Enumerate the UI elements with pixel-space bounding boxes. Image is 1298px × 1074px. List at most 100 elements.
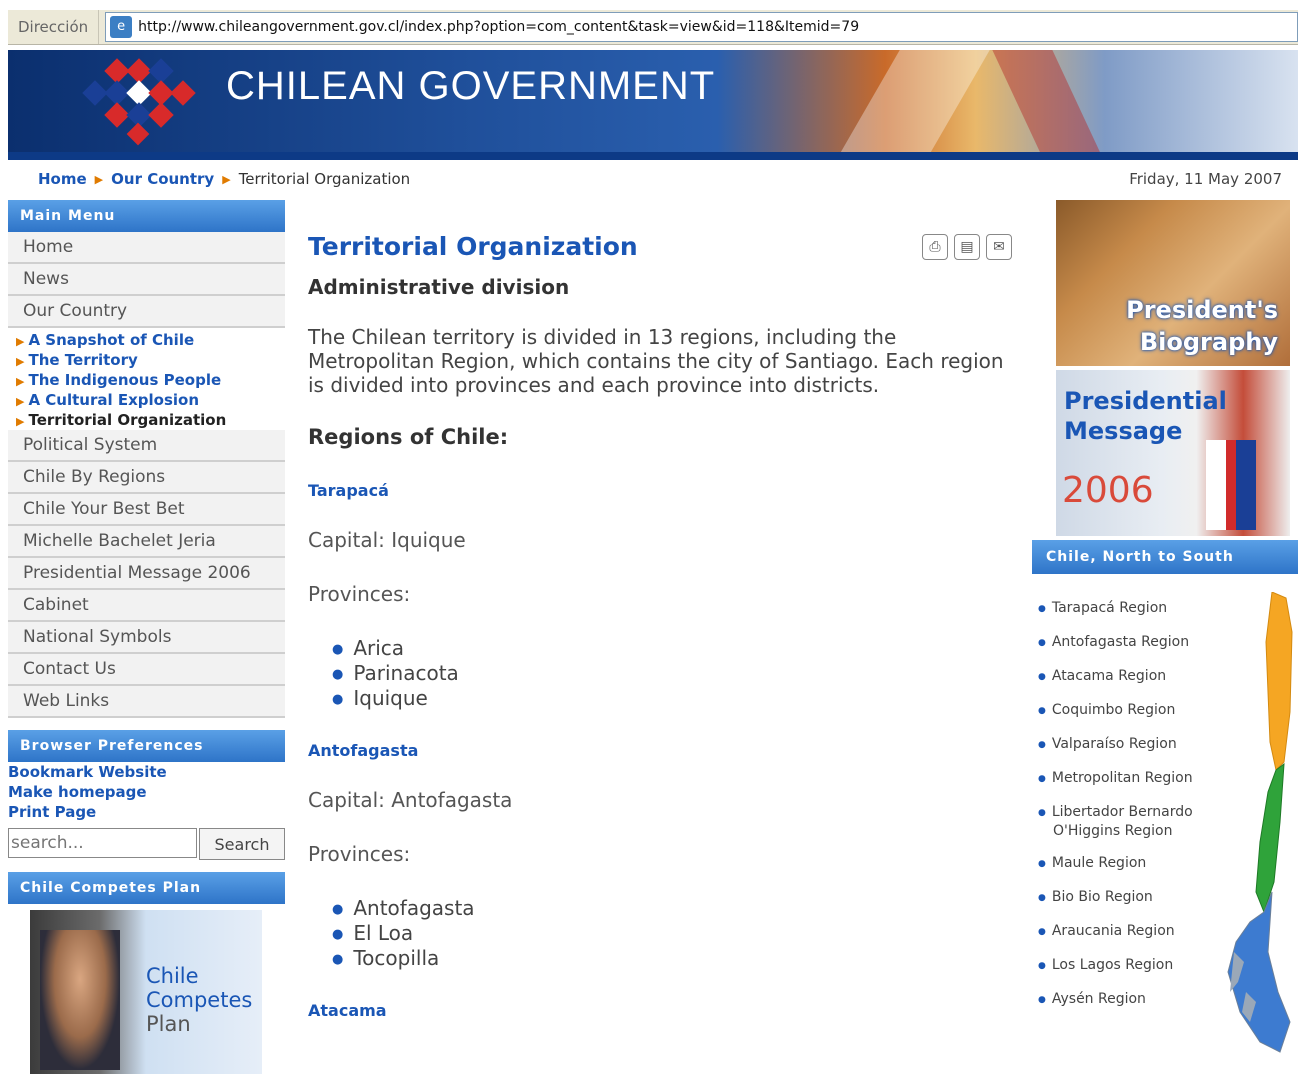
- submenu-item[interactable]: ▶ The Indigenous People: [16, 370, 285, 390]
- menu-item-chile-by-regions[interactable]: Chile By Regions: [8, 462, 285, 494]
- address-field[interactable]: e http://www.chileangovernment.gov.cl/in…: [105, 12, 1298, 42]
- banner-streak: [992, 50, 1104, 160]
- province-item: Tocopilla: [332, 946, 1018, 971]
- regions-map-area: Tarapacá Region Antofagasta Region Ataca…: [1032, 574, 1298, 1054]
- menu-item-cabinet[interactable]: Cabinet: [8, 590, 285, 622]
- minister-photo: [40, 930, 120, 1070]
- menu-item-our-country[interactable]: Our Country: [8, 296, 285, 328]
- chile-map[interactable]: [1220, 592, 1294, 1054]
- address-bar: Dirección e http://www.chileangovernment…: [8, 10, 1298, 45]
- province-item: Arica: [332, 636, 1018, 661]
- our-country-submenu: ▶ A Snapshot of Chile ▶ The Territory ▶ The…: [8, 328, 285, 430]
- submenu-label: The Indigenous People: [28, 371, 222, 389]
- government-logo[interactable]: [78, 58, 208, 148]
- submenu-label: Territorial Organization: [28, 411, 227, 429]
- regions-heading: Regions of Chile:: [308, 425, 509, 449]
- submenu-label: The Territory: [28, 351, 138, 369]
- menu-item-political-system[interactable]: Political System: [8, 430, 285, 462]
- region-link[interactable]: Antofagasta Region: [1038, 634, 1193, 668]
- print-page-link[interactable]: Print Page: [8, 802, 285, 822]
- address-url[interactable]: http://www.chileangovernment.gov.cl/inde…: [138, 19, 859, 35]
- submenu-item-current[interactable]: ▶ Territorial Organization: [16, 410, 285, 430]
- left-sidebar: Main Menu Home News Our Country ▶ A Snaps…: [8, 200, 285, 1074]
- menu-item-national-symbols[interactable]: National Symbols: [8, 622, 285, 654]
- breadcrumb: Home ▶ Our Country ▶ Territorial Organiz…: [38, 170, 410, 188]
- menu-item-contact-us[interactable]: Contact Us: [8, 654, 285, 686]
- provinces-list: Antofagasta El Loa Tocopilla: [332, 896, 1018, 971]
- breadcrumb-home[interactable]: Home: [38, 170, 87, 188]
- region-name: Antofagasta: [308, 741, 419, 760]
- menu-item-presidential-message[interactable]: Presidential Message 2006: [8, 558, 285, 590]
- banner-line: Message: [1064, 417, 1183, 445]
- print-icon[interactable]: ▤: [954, 234, 980, 260]
- current-date: Friday, 11 May 2007: [1129, 170, 1282, 188]
- region-link[interactable]: Tarapacá Region: [1038, 600, 1193, 634]
- page-title: Territorial Organization: [308, 232, 638, 261]
- region-link[interactable]: Libertador Bernardo O'Higgins Region: [1038, 804, 1193, 855]
- main-menu-header: Main Menu: [8, 200, 285, 232]
- arrow-icon: ▶: [16, 375, 25, 388]
- submenu-item[interactable]: ▶ A Snapshot of Chile: [16, 330, 285, 350]
- bookmark-website-link[interactable]: Bookmark Website: [8, 762, 285, 782]
- presidential-message-banner[interactable]: Presidential Message 2006: [1056, 370, 1290, 536]
- arrow-icon: ▶: [16, 415, 25, 428]
- arrow-icon: ▶: [16, 395, 25, 408]
- article-intro: The Chilean territory is divided in 13 r…: [308, 325, 1004, 397]
- presidents-biography-banner[interactable]: President's Biography: [1056, 200, 1290, 366]
- region-link[interactable]: Aysén Region: [1038, 991, 1193, 1025]
- page-icon: e: [110, 16, 133, 38]
- breadcrumb-our-country[interactable]: Our Country: [111, 170, 214, 188]
- right-sidebar: President's Biography Presidential Messa…: [1032, 200, 1298, 1054]
- breadcrumb-arrow-icon: ▶: [222, 172, 231, 186]
- menu-item-web-links[interactable]: Web Links: [8, 686, 285, 718]
- region-link[interactable]: Atacama Region: [1038, 668, 1193, 702]
- promo-line: Competes: [146, 988, 253, 1012]
- region-name: Atacama: [308, 1001, 387, 1020]
- banner-line: Presidential: [1064, 387, 1227, 415]
- banner-line: President's: [1126, 296, 1278, 324]
- chile-north-to-south-header: Chile, North to South: [1032, 540, 1298, 574]
- region-link[interactable]: Maule Region: [1038, 855, 1193, 889]
- biography-label: President's Biography: [1126, 294, 1278, 358]
- provinces-label: Provinces:: [308, 842, 411, 866]
- main-content: Territorial Organization ⎙ ▤ ✉ Administr…: [308, 220, 1018, 1020]
- article-tools: ⎙ ▤ ✉: [922, 234, 1012, 260]
- region-capital: Capital: Antofagasta: [308, 788, 513, 812]
- region-link[interactable]: Coquimbo Region: [1038, 702, 1193, 736]
- provinces-list: Arica Parinacota Iquique: [332, 636, 1018, 711]
- address-label: Dirección: [8, 10, 100, 44]
- region-link[interactable]: Valparaíso Region: [1038, 736, 1193, 770]
- promo-line: Plan: [146, 1012, 191, 1036]
- region-links: Tarapacá Region Antofagasta Region Ataca…: [1038, 600, 1193, 1025]
- submenu-label: A Snapshot of Chile: [28, 331, 195, 349]
- province-item: Antofagasta: [332, 896, 1018, 921]
- province-item: El Loa: [332, 921, 1018, 946]
- email-icon[interactable]: ✉: [986, 234, 1012, 260]
- submenu-item[interactable]: ▶ The Territory: [16, 350, 285, 370]
- chile-competes-text: Chile Competes Plan: [146, 964, 252, 1036]
- region-link[interactable]: Los Lagos Region: [1038, 957, 1193, 991]
- pdf-icon[interactable]: ⎙: [922, 234, 948, 260]
- menu-item-chile-your-best-bet[interactable]: Chile Your Best Bet: [8, 494, 285, 526]
- submenu-item[interactable]: ▶ A Cultural Explosion: [16, 390, 285, 410]
- menu-item-michelle-bachelet[interactable]: Michelle Bachelet Jeria: [8, 526, 285, 558]
- search-input[interactable]: [8, 828, 197, 858]
- message-year: 2006: [1062, 470, 1154, 511]
- search-button[interactable]: Search: [199, 828, 285, 860]
- breadcrumb-current: Territorial Organization: [238, 170, 411, 188]
- promo-line: Chile: [146, 964, 199, 988]
- menu-item-home[interactable]: Home: [8, 232, 285, 264]
- search-form: Search: [8, 828, 285, 860]
- arrow-icon: ▶: [16, 355, 25, 368]
- provinces-label: Provinces:: [308, 582, 411, 606]
- make-homepage-link[interactable]: Make homepage: [8, 782, 285, 802]
- browser-preferences-header: Browser Preferences: [8, 730, 285, 762]
- region-link[interactable]: Araucania Region: [1038, 923, 1193, 957]
- region-link-line: O'Higgins Region: [1053, 823, 1173, 839]
- menu-item-news[interactable]: News: [8, 264, 285, 296]
- banner-streak: [836, 50, 990, 160]
- chile-competes-banner[interactable]: Chile Competes Plan: [30, 910, 262, 1074]
- province-item: Parinacota: [332, 661, 1018, 686]
- region-link[interactable]: Bio Bio Region: [1038, 889, 1193, 923]
- region-link[interactable]: Metropolitan Region: [1038, 770, 1193, 804]
